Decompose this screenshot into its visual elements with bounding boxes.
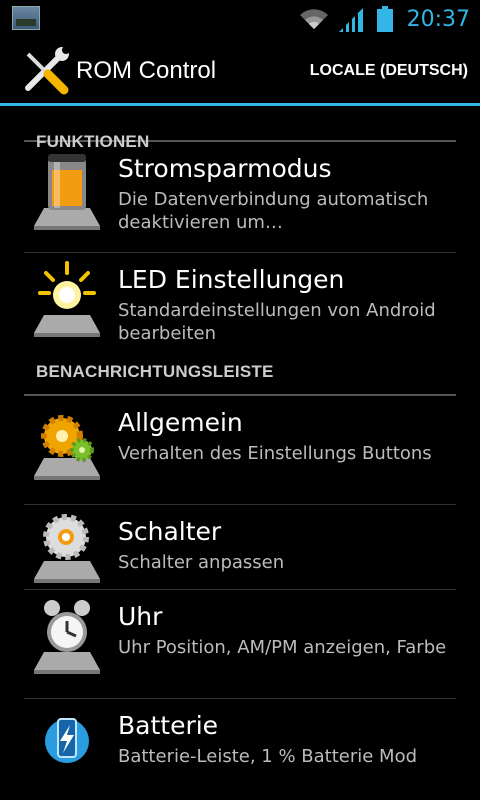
battery-icon: [376, 6, 393, 32]
list-item-allgemein[interactable]: Allgemein Verhalten des Einstellungs But…: [24, 396, 456, 505]
list-item-stromsparmodus[interactable]: Stromsparmodus Die Datenverbindung autom…: [24, 142, 456, 253]
wifi-icon: [299, 9, 328, 29]
item-title: Uhr: [118, 602, 163, 631]
section-header-benachrichtungsleiste: BENACHRICHTUNGSLEISTE: [24, 358, 456, 396]
item-subtitle: Die Datenverbindung automatisch deaktivi…: [118, 189, 429, 233]
list-item-schalter[interactable]: Schalter Schalter anpassen: [24, 505, 456, 590]
item-title: LED Einstellungen: [118, 265, 345, 294]
item-title: Batterie: [118, 711, 219, 740]
list-item-batterie[interactable]: Batterie Batterie-Leiste, 1 % Batterie M…: [24, 699, 456, 779]
status-bar: 20:37: [0, 0, 480, 38]
alarm-clock-icon: [30, 590, 104, 674]
item-subtitle: Uhr Position, AM/PM anzeigen, Farbe: [118, 637, 447, 658]
item-title: Allgemein: [118, 408, 243, 437]
list-item-uhr[interactable]: Uhr Uhr Position, AM/PM anzeigen, Farbe: [24, 590, 456, 699]
settings-list: FUNKTIONEN Stromsparmodus Die Datenverbi…: [0, 106, 480, 779]
item-title: Stromsparmodus: [118, 154, 332, 183]
battery-charge-icon: [30, 699, 104, 779]
action-bar: ROM Control LOCALE (DEUTSCH): [0, 38, 480, 106]
led-light-icon: [30, 253, 104, 337]
list-item-led-einstellungen[interactable]: LED Einstellungen Standardeinstellungen …: [24, 253, 456, 358]
gears-icon: [30, 396, 104, 480]
gallery-notification-icon: [12, 6, 40, 30]
section-header-funktionen: FUNKTIONEN: [24, 106, 456, 151]
app-title: ROM Control: [76, 56, 217, 84]
signal-icon: [338, 8, 363, 32]
tools-icon[interactable]: [20, 45, 70, 96]
item-subtitle: Standardeinstellungen von Android bearbe…: [118, 300, 436, 344]
clock: 20:37: [406, 6, 470, 32]
item-subtitle: Verhalten des Einstellungs Buttons: [118, 443, 432, 464]
item-title: Schalter: [118, 517, 222, 546]
battery-jar-icon: [30, 142, 104, 230]
item-subtitle: Batterie-Leiste, 1 % Batterie Mod: [118, 746, 418, 767]
locale-button[interactable]: LOCALE (DEUTSCH): [310, 62, 468, 80]
toggle-gear-icon: [30, 505, 104, 589]
item-subtitle: Schalter anpassen: [118, 552, 285, 573]
